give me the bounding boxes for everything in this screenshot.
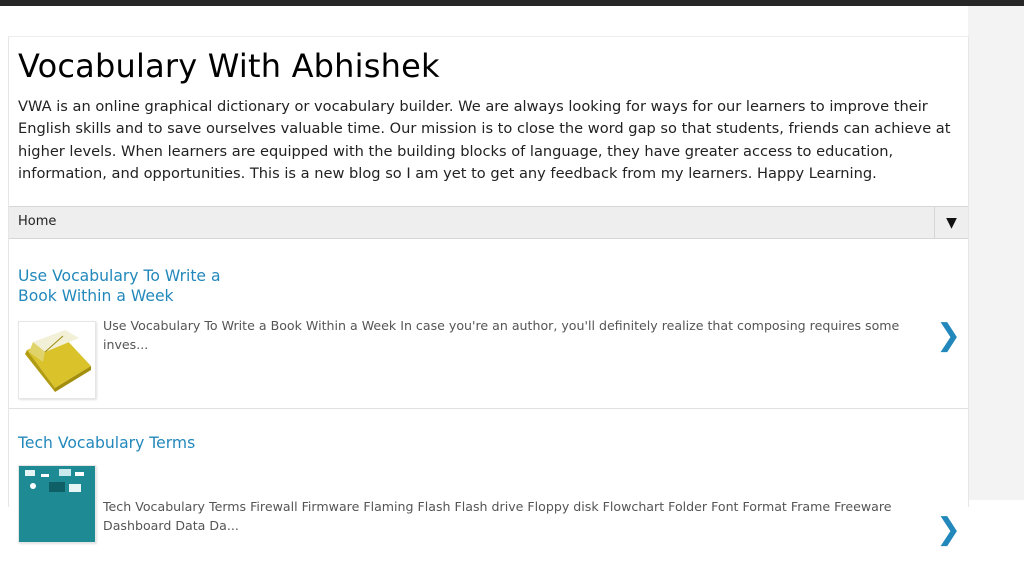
page-background-strip — [968, 6, 1024, 500]
blog-page: Vocabulary With Abhishek VWA is an onlin… — [8, 36, 969, 545]
chevron-right-icon[interactable]: ❯ — [936, 515, 961, 545]
blog-title[interactable]: Vocabulary With Abhishek — [18, 47, 440, 85]
post-snippet: Use Vocabulary To Write a Book Within a … — [103, 318, 900, 352]
nav-dropdown-toggle[interactable]: ▼ — [934, 207, 968, 238]
post-item[interactable]: Tech Vocabulary Terms Tech Vocabulary Te… — [9, 415, 968, 585]
tech-collage-icon — [19, 466, 95, 542]
triangle-down-icon: ▼ — [946, 214, 957, 231]
post-title-link[interactable]: Tech Vocabulary Terms — [18, 433, 418, 453]
post-item[interactable]: Use Vocabulary To Write a Book Within a … — [9, 238, 968, 409]
mobile-nav-bar: Home ▼ — [9, 206, 968, 239]
post-snippet: Tech Vocabulary Terms Firewall Firmware … — [103, 499, 892, 533]
nav-home-label[interactable]: Home — [18, 214, 56, 229]
post-title-link[interactable]: Use Vocabulary To Write a Book Within a … — [18, 266, 238, 306]
post-thumbnail[interactable] — [18, 465, 96, 543]
chevron-right-icon[interactable]: ❯ — [936, 321, 961, 351]
post-thumbnail[interactable] — [18, 321, 96, 399]
blog-description: VWA is an online graphical dictionary or… — [18, 98, 951, 183]
browser-top-bar — [0, 0, 1024, 6]
yellow-book-icon — [25, 330, 91, 392]
